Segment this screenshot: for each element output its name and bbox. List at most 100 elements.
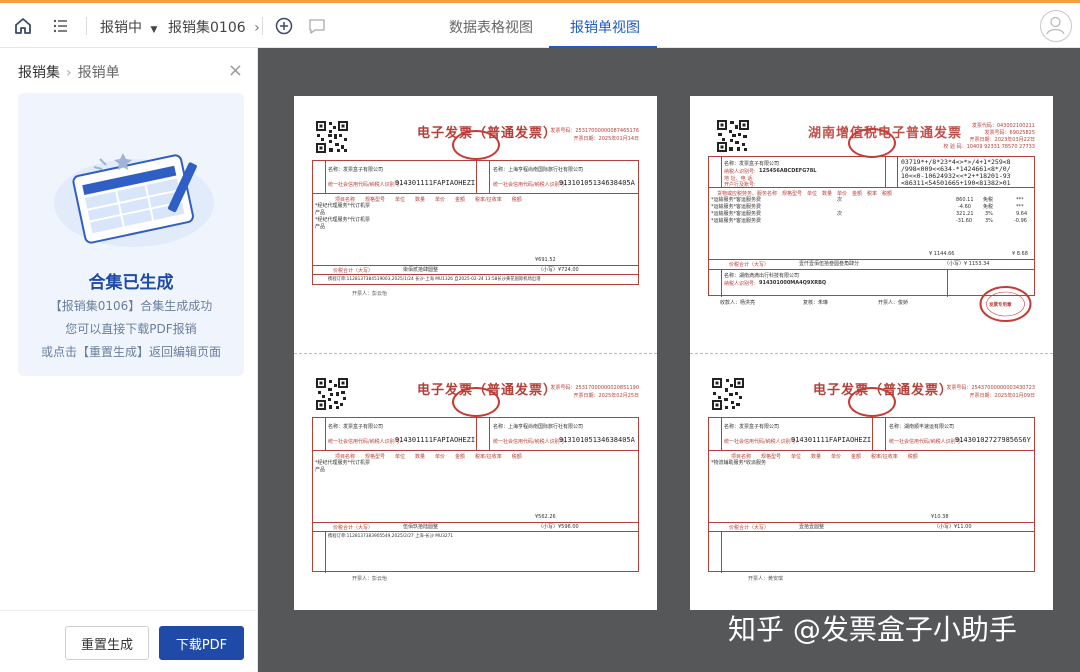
remark: 携程订单:1128137384519003,2025/1/24 长沙-上海 MU… xyxy=(328,277,541,282)
qr-code-icon xyxy=(716,119,750,153)
breadcrumb[interactable]: 报销集0106 › xyxy=(168,17,260,37)
caret-down-icon: ▼ xyxy=(150,25,158,35)
total-amount: （小写）¥596.00 xyxy=(538,524,579,530)
tax-seal xyxy=(452,130,500,160)
chevron-right-icon: › xyxy=(66,65,72,81)
qr-code-icon xyxy=(315,120,349,154)
pdf-page: 湖南增值税电子普通发票 发票代码：043002100211 发票号码：69025… xyxy=(690,96,1053,610)
line-item: *经纪代理服务*代订机票 xyxy=(315,217,371,223)
card-title: 合集已生成 xyxy=(88,273,174,293)
chevron-right-icon: › xyxy=(254,20,260,36)
total-words: 壹拾壹圆整 xyxy=(799,524,825,530)
tax-amount: *** xyxy=(1016,204,1024,210)
buyer-name: 名称：发票盒子有限公司 xyxy=(724,424,780,430)
amount-total: ¥10.38 xyxy=(931,514,949,520)
close-icon[interactable]: × xyxy=(228,60,243,81)
seller-tax-id: 91310105134638405A xyxy=(559,179,635,187)
invoice-number: 发票号码：25437000000003430723 xyxy=(946,385,1035,391)
tax-total: ¥ 8.68 xyxy=(1012,251,1028,257)
item-amount: -4.60 xyxy=(958,204,971,210)
total-label: 价税合计（大写） xyxy=(333,525,374,531)
total-label: 价税合计（大写） xyxy=(729,525,770,531)
line-item: *运输服务*客运服务费 xyxy=(711,211,762,217)
comment-icon[interactable] xyxy=(306,15,328,37)
issuer: 开票人：彭云怡 xyxy=(352,291,388,297)
seller-id-label: 统一社会信用代码/纳税人识别号: xyxy=(889,439,963,445)
status-label: 报销中 xyxy=(100,20,142,36)
invoice-table: 名称：发票盒子有限公司 统一社会信用代码/纳税人识别号: 914301111FA… xyxy=(312,160,639,285)
invoice-date: 开票日期：2025年01月14日 xyxy=(573,136,639,142)
tax-rate: 3% xyxy=(985,211,993,217)
card-hint-2: 或点击【重置生成】返回编辑页面 xyxy=(40,345,221,359)
list-icon[interactable] xyxy=(50,15,72,37)
buyer-id-label: 统一社会信用代码/纳税人识别号: xyxy=(724,439,798,445)
buyer-name: 名称：发票盒子有限公司 xyxy=(724,161,780,167)
line-item: *运输服务*客运服务费 xyxy=(711,218,762,224)
tax-amount: -0.96 xyxy=(1014,218,1027,224)
tab-table-view[interactable]: 数据表格视图 xyxy=(449,17,533,37)
qr-code-icon xyxy=(315,377,349,411)
top-bar: 报销中 ▼ 报销集0106 › 数据表格视图 报销单视图 xyxy=(0,0,1080,49)
total-label: 价税合计（大写） xyxy=(729,262,770,268)
tax-amount: *** xyxy=(1016,197,1024,203)
buyer-tax-id: 914301111FAPIAOHEZI xyxy=(791,436,872,444)
seller-tax-id: 914301000MA4Q9XRBQ xyxy=(759,280,827,286)
status-dropdown[interactable]: 报销中 ▼ xyxy=(100,17,157,37)
issuer: 开票人：彭云怡 xyxy=(352,576,388,582)
line-item: *经纪代理服务*代订机票 xyxy=(315,460,371,466)
amount-total: ¥691.52 xyxy=(535,257,556,263)
download-pdf-button[interactable]: 下载PDF xyxy=(159,626,244,660)
avatar[interactable] xyxy=(1040,10,1072,42)
tab-invoice-view[interactable]: 报销单视图 xyxy=(570,17,640,37)
tax-seal xyxy=(452,387,500,417)
card-message: 【报销集0106】合集生成成功 xyxy=(49,299,213,313)
line-item: *经纪代理服务*代订机票 xyxy=(315,203,371,209)
buyer-id-label: 统一社会信用代码/纳税人识别号: xyxy=(328,182,402,188)
divider xyxy=(262,17,263,35)
tax-rate: 免税 xyxy=(983,204,994,210)
total-label: 价税合计（大写） xyxy=(333,268,374,274)
total-words: 柒佰贰拾肆圆整 xyxy=(403,267,439,273)
qr-code-icon xyxy=(711,377,745,411)
home-icon[interactable] xyxy=(12,15,34,37)
buyer-name: 名称：发票盒子有限公司 xyxy=(328,424,384,430)
seller-id-label: 统一社会信用代码/纳税人识别号: xyxy=(493,439,567,445)
reset-button[interactable]: 重置生成 xyxy=(65,626,149,660)
buyer-id-label: 纳税人识别号: xyxy=(724,169,756,175)
seal-text: 发票专用章 xyxy=(989,303,1012,308)
tax-rate: 3% xyxy=(985,218,993,224)
add-circle-icon[interactable] xyxy=(273,15,295,37)
sidebar-breadcrumb: 报销集 › 报销单 xyxy=(18,62,120,82)
item-amount: -31.60 xyxy=(956,218,973,224)
invoice-date: 开票日期：2025年02月25日 xyxy=(573,393,639,399)
payee: 收款人：杨洪亮 xyxy=(720,300,756,306)
unit: 次 xyxy=(837,211,843,217)
line-item: *物流辅助服务*收派服务 xyxy=(711,460,767,466)
seller-id-label: 纳税人识别号: xyxy=(724,281,756,287)
invoice: 电子发票（普通发票） 发票号码：25437000000003430723 开票日… xyxy=(708,371,1035,582)
invoice-date: 开票日期：2025年01月09日 xyxy=(969,393,1035,399)
column-headers: 项目名称 规格型号 单位 数量 单价 金额 税率/征收率 税额 xyxy=(335,454,522,460)
crumb-root[interactable]: 报销集 xyxy=(18,65,60,81)
watermark: 知乎 @发票盒子小助手 xyxy=(728,613,1017,646)
user-icon xyxy=(1046,16,1065,35)
line-item: *运输服务*客运服务费 xyxy=(711,204,762,210)
seller-id-label: 统一社会信用代码/纳税人识别号: xyxy=(493,182,567,188)
tax-rate: 免税 xyxy=(983,197,994,203)
seller-tax-id: 914301027279856S6Y xyxy=(955,436,1031,444)
check-code: 校 验 码：10409 92331 78570 27733 xyxy=(943,144,1035,150)
sidebar: 报销集 › 报销单 × 合集已生成 【报销集0106】合集生成成功 您可以直接下载P… xyxy=(0,48,258,672)
seller-name: 名称：上海亨程尚南国际旅行社有限公司 xyxy=(493,167,584,173)
total-words: 伍佰玖拾陆圆整 xyxy=(403,524,439,530)
invoice-table: 名称：发票盒子有限公司 统一社会信用代码/纳税人识别号: 914301111FA… xyxy=(312,417,639,573)
spreadsheet-illustration xyxy=(54,153,214,247)
pdf-viewer[interactable]: 电子发票（普通发票） 发票号码：25317000000087465176 开票日… xyxy=(258,48,1080,672)
line-item: *运输服务*客运服务费 xyxy=(711,197,762,203)
invoice-number: 发票号码：25317000000020851190 xyxy=(550,385,639,391)
pdf-page: 电子发票（普通发票） 发票号码：25317000000087465176 开票日… xyxy=(294,96,657,610)
tax-amount: 9.64 xyxy=(1016,211,1028,217)
invoice: 湖南增值税电子普通发票 发票代码：043002100211 发票号码：69025… xyxy=(708,114,1035,322)
seller-name: 名称：上海亨程尚南国际旅行社有限公司 xyxy=(493,424,584,430)
seller-name: 名称：湖南滴滴出行科技有限公司 xyxy=(724,273,800,279)
invoice: 电子发票（普通发票） 发票号码：25317000000087465176 开票日… xyxy=(312,114,639,297)
